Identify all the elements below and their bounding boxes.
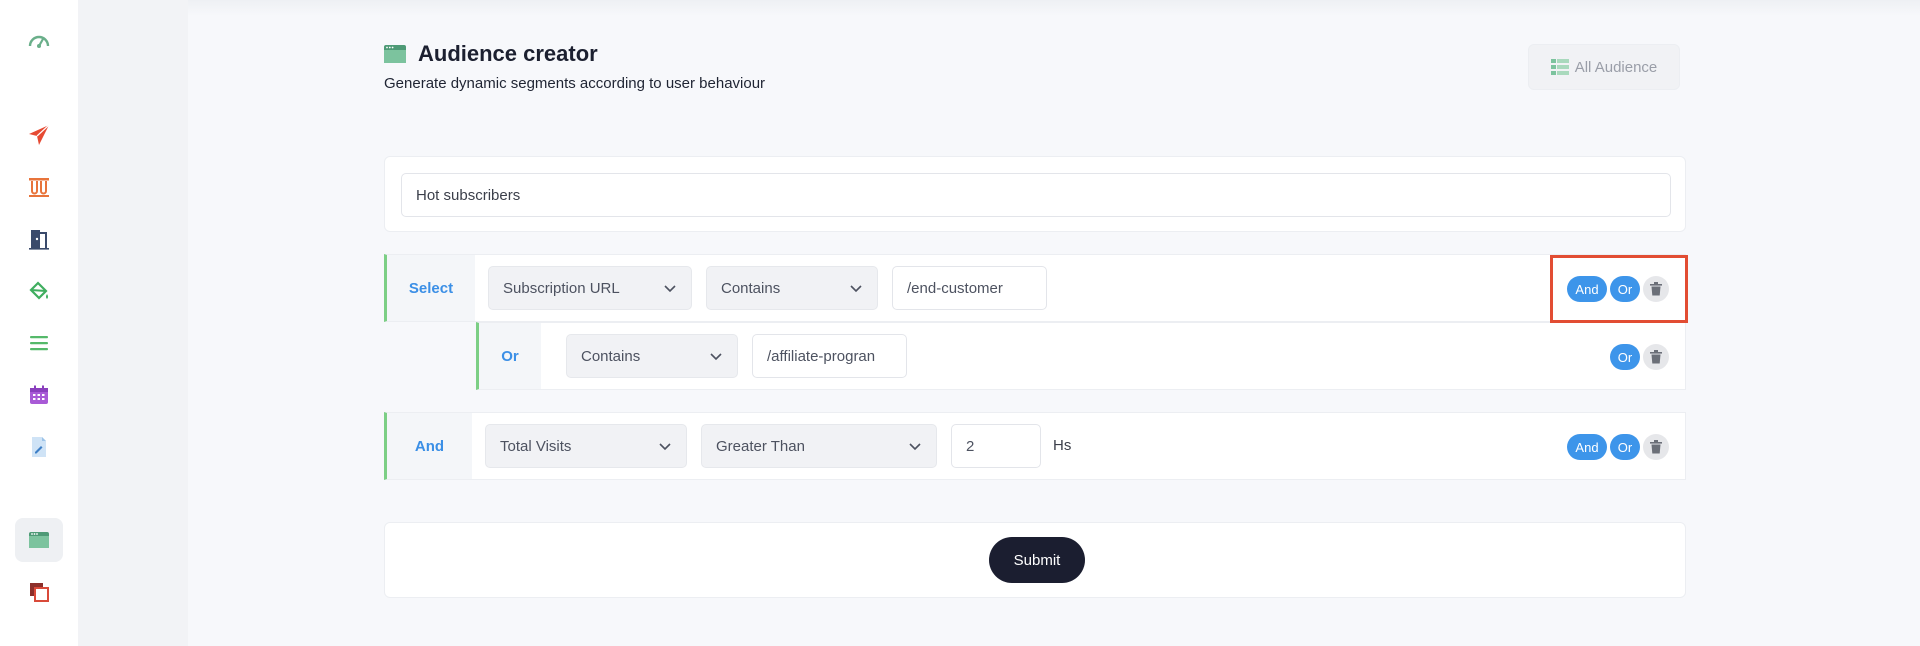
submit-card: Submit bbox=[384, 522, 1686, 598]
and-button[interactable]: And bbox=[1567, 276, 1607, 302]
rule-label-and: And bbox=[387, 413, 472, 479]
top-shadow bbox=[78, 0, 1920, 16]
send-icon[interactable] bbox=[15, 113, 63, 157]
delete-rule-button[interactable] bbox=[1643, 344, 1669, 370]
page-subtitle: Generate dynamic segments according to u… bbox=[384, 75, 766, 92]
page-title: Audience creator bbox=[418, 41, 598, 66]
delete-rule-button[interactable] bbox=[1643, 276, 1669, 302]
table-list-icon bbox=[1550, 59, 1569, 75]
chevron-down-icon bbox=[909, 443, 921, 451]
all-audience-label: All Audience bbox=[1574, 58, 1658, 76]
rule-value-input[interactable]: 2 bbox=[951, 424, 1041, 468]
trash-icon bbox=[1650, 440, 1662, 454]
chevron-down-icon bbox=[659, 443, 671, 451]
trash-icon bbox=[1650, 350, 1662, 364]
operator-select[interactable]: Contains bbox=[566, 334, 738, 378]
rule-label-select: Select bbox=[387, 255, 475, 321]
chevron-down-icon bbox=[710, 353, 722, 361]
trash-icon bbox=[1650, 282, 1662, 296]
audience-window-icon[interactable] bbox=[15, 518, 63, 562]
operator-select-value: Contains bbox=[721, 279, 781, 297]
rule-row-and: And Total Visits Greater Than 2 Hs And O… bbox=[384, 412, 1686, 480]
operator-select-value: Greater Than bbox=[716, 437, 805, 455]
delete-rule-button[interactable] bbox=[1643, 434, 1669, 460]
field-select[interactable]: Total Visits bbox=[485, 424, 687, 468]
content-gutter bbox=[78, 0, 188, 646]
exit-door-icon[interactable] bbox=[15, 217, 63, 261]
audience-window-icon bbox=[384, 45, 406, 63]
audience-name-card bbox=[384, 156, 1686, 232]
field-select-value: Total Visits bbox=[500, 437, 572, 455]
calendar-icon[interactable] bbox=[15, 373, 63, 417]
all-audience-button[interactable]: All Audience bbox=[1528, 44, 1680, 90]
audience-name-input[interactable] bbox=[401, 173, 1671, 217]
rule-value-input[interactable]: /affiliate-progran bbox=[752, 334, 907, 378]
edit-document-icon[interactable] bbox=[15, 425, 63, 469]
operator-select[interactable]: Contains bbox=[706, 266, 878, 310]
or-button[interactable]: Or bbox=[1610, 434, 1640, 460]
rule-row-select: Select Subscription URL Contains /end-cu… bbox=[384, 254, 1686, 322]
copy-icon[interactable] bbox=[15, 570, 63, 614]
operator-select-value: Contains bbox=[581, 347, 641, 365]
flask-icon[interactable] bbox=[15, 165, 63, 209]
sidebar bbox=[0, 0, 78, 646]
or-button[interactable]: Or bbox=[1610, 344, 1640, 370]
unit-label: Hs bbox=[1053, 437, 1072, 454]
field-select-value: Subscription URL bbox=[503, 279, 620, 297]
submit-button[interactable]: Submit bbox=[989, 537, 1085, 583]
rule-value-input[interactable]: /end-customer bbox=[892, 266, 1047, 310]
operator-select[interactable]: Greater Than bbox=[701, 424, 937, 468]
list-icon[interactable] bbox=[15, 321, 63, 365]
chevron-down-icon bbox=[664, 285, 676, 293]
or-button[interactable]: Or bbox=[1610, 276, 1640, 302]
paint-bucket-icon[interactable] bbox=[15, 269, 63, 313]
chevron-down-icon bbox=[850, 285, 862, 293]
rule-row-or: Or Contains /affiliate-progran Or bbox=[476, 322, 1686, 390]
rule-label-or: Or bbox=[479, 323, 541, 389]
field-select[interactable]: Subscription URL bbox=[488, 266, 692, 310]
and-button[interactable]: And bbox=[1567, 434, 1607, 460]
dashboard-icon[interactable] bbox=[15, 20, 63, 64]
